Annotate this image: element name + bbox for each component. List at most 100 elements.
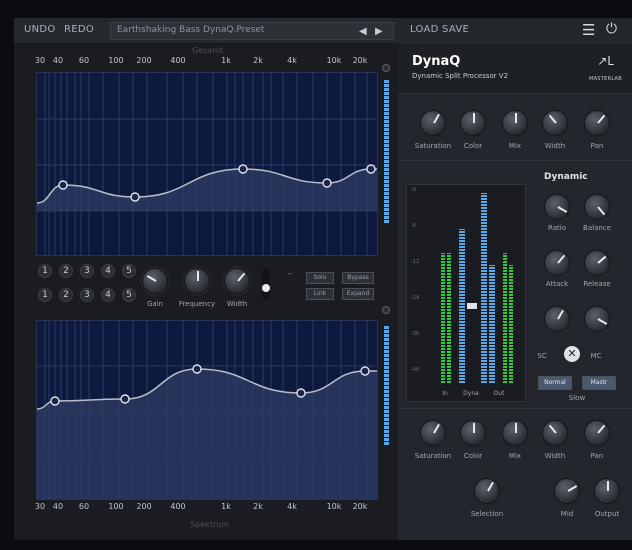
meter-segment <box>384 80 389 83</box>
top-knob-saturation[interactable] <box>420 110 446 136</box>
meter-segment <box>384 216 389 219</box>
footer-knob-output[interactable] <box>594 478 620 504</box>
meter-segment <box>384 124 389 127</box>
next-preset-icon[interactable]: ▶ <box>375 26 383 37</box>
meter-segment <box>384 430 389 433</box>
undo-button[interactable]: UNDO <box>24 24 56 35</box>
bottom-knob-saturation[interactable] <box>420 420 446 446</box>
menu-icon[interactable]: ☰ <box>582 21 596 39</box>
top-label-color: Color <box>463 142 483 150</box>
top-knob-pan[interactable] <box>584 110 610 136</box>
top-label-mix: Mix <box>508 142 522 150</box>
mc-knob[interactable] <box>584 306 610 332</box>
band-button-1[interactable]: 1 <box>38 264 52 278</box>
dyn-knob-ratio[interactable] <box>544 194 570 220</box>
band-button-4[interactable]: 4 <box>101 264 115 278</box>
bottom-knob-mix[interactable] <box>502 420 528 446</box>
meter-segment <box>384 148 389 151</box>
meter-segment <box>384 390 389 393</box>
eq-band-node <box>50 396 60 406</box>
meter-segment <box>384 196 389 199</box>
knob-indicator-icon <box>473 422 475 433</box>
knob-indicator-icon <box>557 254 566 264</box>
scroll-handle-icon-lower[interactable] <box>382 306 390 314</box>
band-button-2[interactable]: 2 <box>59 288 73 302</box>
link-button[interactable]: Link <box>306 288 334 300</box>
sc-knob[interactable] <box>544 306 570 332</box>
freq-labels-bottom: 30 40 60 100 200 400 1k 2k 4k 10k 20k <box>35 502 374 514</box>
freq-label: 10k <box>326 56 342 65</box>
dyn-knob-balance[interactable] <box>584 194 610 220</box>
scroll-handle-icon[interactable] <box>382 64 390 72</box>
meter-scale-label: -6 <box>411 223 416 229</box>
meter-segment <box>384 220 389 223</box>
dyn-knob-attack[interactable] <box>544 250 570 276</box>
redo-button[interactable]: REDO <box>64 24 94 35</box>
band-button-3[interactable]: 3 <box>80 288 94 302</box>
mastr-button[interactable]: Mastr <box>582 376 616 390</box>
meter-bar <box>509 265 513 383</box>
meter-segment <box>384 112 389 115</box>
meter-segment <box>384 152 389 155</box>
eq-display-lower[interactable] <box>36 320 378 500</box>
bottom-label-color: Color <box>463 452 483 460</box>
gain-knob[interactable] <box>142 268 168 294</box>
freq-label: 100 <box>108 502 124 511</box>
top-knob-mix[interactable] <box>502 110 528 136</box>
band-button-4[interactable]: 4 <box>101 288 115 302</box>
meter-handle-icon[interactable] <box>467 303 477 309</box>
meter-scale-label: -24 <box>411 295 420 301</box>
top-knob-width[interactable] <box>542 110 568 136</box>
solo-button[interactable]: Solo <box>306 272 334 284</box>
footer-knob-mid[interactable] <box>554 478 580 504</box>
knob-indicator-icon <box>557 206 568 213</box>
eq-band-node <box>366 164 376 174</box>
meter-bar <box>441 253 445 383</box>
freq-label: 200 <box>136 502 152 511</box>
top-knob-color[interactable] <box>460 110 486 136</box>
normal-button[interactable]: Normal <box>538 376 572 390</box>
save-button[interactable]: SAVE <box>442 24 469 35</box>
meter-scale-label: -0 <box>411 187 416 193</box>
dyn-knob-release[interactable] <box>584 250 610 276</box>
load-button[interactable]: LOAD <box>410 24 439 35</box>
meter-segment <box>384 172 389 175</box>
eq-panel: Gesamt 30 40 60 100 200 400 1k 2k 4k 10k 20k 12345… <box>14 44 398 540</box>
vertical-slider[interactable] <box>262 268 270 300</box>
band-button-3[interactable]: 3 <box>80 264 94 278</box>
meter-bar <box>503 253 507 383</box>
prev-preset-icon[interactable]: ◀ <box>359 26 367 37</box>
top-label-width: Width <box>544 142 566 150</box>
band-button-5[interactable]: 5 <box>122 288 136 302</box>
eq-band-node <box>360 366 370 376</box>
preset-selector[interactable]: Earthshaking Bass DynaQ.Preset ◀ ▶ <box>110 22 394 40</box>
band-button-5[interactable]: 5 <box>122 264 136 278</box>
bottom-knob-pan[interactable] <box>584 420 610 446</box>
sc-label: SC <box>537 352 547 360</box>
freq-label: 400 <box>170 56 186 65</box>
frequency-knob[interactable] <box>184 268 210 294</box>
band-button-1[interactable]: 1 <box>38 288 52 302</box>
sc-mc-toggle-icon[interactable]: ✕ <box>564 346 580 362</box>
level-meter-lower <box>384 326 389 446</box>
knob-indicator-icon <box>597 424 606 434</box>
eq-display-upper[interactable] <box>36 72 378 256</box>
slider-handle-icon[interactable] <box>262 284 270 292</box>
power-icon[interactable]: ⏻ <box>606 21 617 37</box>
expand-button[interactable]: Expand <box>342 288 374 300</box>
width-knob[interactable] <box>224 268 250 294</box>
band-button-2[interactable]: 2 <box>59 264 73 278</box>
knob-indicator-icon <box>433 423 440 434</box>
bottom-knob-color[interactable] <box>460 420 486 446</box>
bottom-knob-width[interactable] <box>542 420 568 446</box>
level-meter-upper <box>384 80 389 224</box>
meter-segment <box>384 418 389 421</box>
bypass-button[interactable]: Bypass <box>342 272 374 284</box>
meter-segment <box>384 362 389 365</box>
freq-label: 200 <box>136 56 152 65</box>
meter-segment <box>384 374 389 377</box>
meter-segment <box>384 140 389 143</box>
brand-logo-icon: ↗L <box>597 54 614 68</box>
meter-segment <box>384 188 389 191</box>
footer-knob-selection[interactable] <box>474 478 500 504</box>
